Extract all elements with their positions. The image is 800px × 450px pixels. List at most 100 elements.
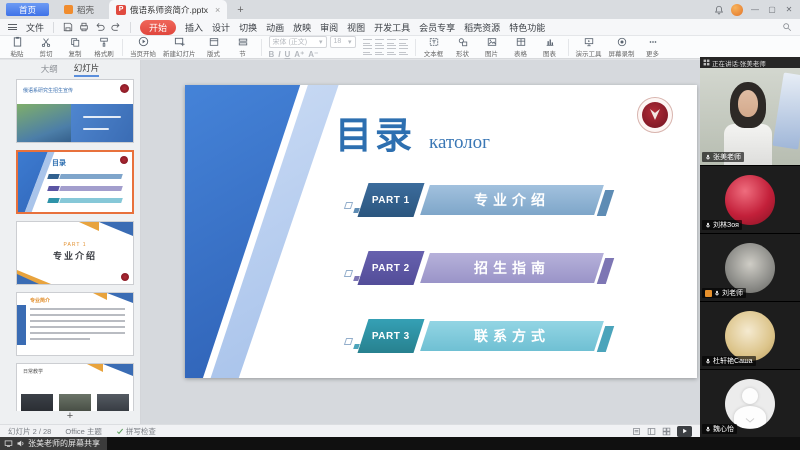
grid-view-icon[interactable] xyxy=(662,427,671,436)
menu-home[interactable]: 开始 xyxy=(140,20,176,35)
presentation-tools-button[interactable]: 演示工具 xyxy=(576,37,602,58)
store-icon xyxy=(64,5,73,14)
slide-thumbnail-5[interactable]: 5 日常教学 xyxy=(16,363,134,411)
mic-icon xyxy=(705,358,711,365)
slide-thumbnail-1[interactable]: 1 俄语系研究生招生宣传 xyxy=(16,79,134,143)
slide-title-block[interactable]: 目录 католог xyxy=(335,105,490,159)
menu-features[interactable]: 特色功能 xyxy=(509,21,545,34)
paste-icon xyxy=(12,36,23,47)
screen-record-button[interactable]: 屏幕录制 xyxy=(609,37,635,58)
paragraph-align-group[interactable] xyxy=(363,39,408,55)
menu-transition[interactable]: 切换 xyxy=(239,21,257,34)
document-tab[interactable]: P 俄语系师资简介.pptx × xyxy=(109,0,227,19)
notes-icon[interactable] xyxy=(632,427,641,436)
menu-membership[interactable]: 会员专享 xyxy=(419,21,455,34)
more-tools-button[interactable]: 更多 xyxy=(642,37,664,58)
format-painter-button[interactable]: 格式刷 xyxy=(93,37,115,58)
mic-icon xyxy=(705,154,711,161)
save-icon[interactable] xyxy=(63,22,73,32)
thumb3-part: PART 1 xyxy=(17,242,133,248)
store-tab[interactable]: 稻壳 xyxy=(57,0,101,19)
minimize-button[interactable]: — xyxy=(750,5,760,14)
menu-devtools[interactable]: 开发工具 xyxy=(374,21,410,34)
menu-file[interactable]: 文件 xyxy=(26,21,44,34)
participant-name-chip: 张美老师 xyxy=(702,152,744,162)
font-size-select[interactable]: 18▾ xyxy=(330,36,356,48)
picture-icon xyxy=(487,37,497,47)
menu-animation[interactable]: 动画 xyxy=(266,21,284,34)
bold-button[interactable]: B xyxy=(269,50,275,59)
format-painter-icon xyxy=(99,37,109,47)
participant-tile[interactable]: 杜轩艳Саша xyxy=(700,301,800,369)
user-avatar[interactable] xyxy=(731,4,743,16)
school-logo-small xyxy=(120,84,129,93)
play-icon xyxy=(682,428,688,434)
chart-button[interactable]: 图表 xyxy=(539,37,561,58)
font-family-select[interactable]: 宋体 (正文)▾ xyxy=(269,36,327,48)
ppt-file-icon: P xyxy=(116,5,126,15)
menu-review[interactable]: 审阅 xyxy=(320,21,338,34)
redo-icon[interactable] xyxy=(111,22,121,32)
editing-canvas[interactable]: 目录 католог PART 1 专业介绍 PART 2 招生指南 PART … xyxy=(141,60,700,424)
picture-button[interactable]: 图片 xyxy=(481,37,503,58)
menu-slideshow[interactable]: 放映 xyxy=(293,21,311,34)
font-shrink-button[interactable]: A⁻ xyxy=(308,50,318,59)
participant-tile[interactable]: 刘林Зоя xyxy=(700,165,800,233)
slide-thumbnail-4[interactable]: 4 专业简介 xyxy=(16,292,134,356)
toc-part-2[interactable]: PART 2 招生指南 xyxy=(345,251,613,285)
participant-name-chip: 杜轩艳Саша xyxy=(702,356,756,366)
underline-button[interactable]: U xyxy=(285,50,291,59)
copy-button[interactable]: 复制 xyxy=(64,37,86,58)
layout-button[interactable]: 版式 xyxy=(203,37,225,58)
print-icon[interactable] xyxy=(79,22,89,32)
layout-grid-icon[interactable] xyxy=(703,59,710,66)
toc-part-1[interactable]: PART 1 专业介绍 xyxy=(345,183,613,217)
shapes-button[interactable]: 形状 xyxy=(452,37,474,58)
menu-insert[interactable]: 插入 xyxy=(185,21,203,34)
table-button[interactable]: 表格 xyxy=(510,37,532,58)
textbox-button[interactable]: 文本框 xyxy=(423,37,445,58)
participant-tile[interactable]: 刘老师 xyxy=(700,233,800,301)
menu-design[interactable]: 设计 xyxy=(212,21,230,34)
spell-check-status[interactable]: 拼写检查 xyxy=(116,426,156,437)
theme-name: Office 主题 xyxy=(65,426,102,437)
close-tab-icon[interactable]: × xyxy=(215,5,220,15)
thumb2-title: 目录 xyxy=(52,158,66,168)
home-tab[interactable]: 首页 xyxy=(6,3,49,16)
thumb3-title: 专业介绍 xyxy=(17,249,133,262)
add-slide-button[interactable]: + xyxy=(0,411,140,424)
tab-outline[interactable]: 大纲 xyxy=(41,63,58,75)
slideshow-play-button[interactable] xyxy=(677,426,692,437)
search-icon[interactable] xyxy=(782,22,792,32)
ribbon-toolbar: 粘贴 剪切 复制 格式刷 当页开始 新建幻灯片 版式 节 xyxy=(0,36,800,59)
maximize-button[interactable]: ▢ xyxy=(767,5,777,14)
current-slide[interactable]: 目录 католог PART 1 专业介绍 PART 2 招生指南 PART … xyxy=(185,85,697,378)
participant-video-tile[interactable]: 张美老师 xyxy=(700,68,800,165)
chevron-down-icon xyxy=(745,418,755,423)
slide-thumbnail-3[interactable]: 3 PART 1 专业介绍 xyxy=(16,221,134,285)
menu-view[interactable]: 视图 xyxy=(347,21,365,34)
hamburger-icon[interactable] xyxy=(8,23,17,32)
collapse-participants-button[interactable] xyxy=(741,416,759,424)
close-button[interactable]: ✕ xyxy=(784,5,794,14)
section-button[interactable]: 节 xyxy=(232,37,254,58)
slide-thumbnail-2[interactable]: 2 目录 xyxy=(16,150,134,214)
participant-name-chip: 刘老师 xyxy=(702,288,746,298)
font-grow-button[interactable]: A⁺ xyxy=(294,50,304,59)
new-slide-button[interactable]: 新建幻灯片 xyxy=(163,36,196,58)
screen-share-chip[interactable]: 张美老师的屏幕共享 xyxy=(0,437,107,450)
paste-button[interactable]: 粘贴 xyxy=(6,36,28,58)
normal-view-icon[interactable] xyxy=(647,427,656,436)
menu-resources[interactable]: 稻壳资源 xyxy=(464,21,500,34)
tab-slides[interactable]: 幻灯片 xyxy=(74,62,100,77)
cut-button[interactable]: 剪切 xyxy=(35,37,57,58)
participant-tile[interactable]: 魏心怡 xyxy=(700,369,800,437)
wps-presentation-window: 首页 稻壳 P 俄语系师资简介.pptx × + — ▢ ✕ 文件 xyxy=(0,0,800,450)
new-tab-button[interactable]: + xyxy=(237,4,243,16)
undo-icon[interactable] xyxy=(95,22,105,32)
italic-button[interactable]: I xyxy=(278,50,280,59)
bell-icon[interactable] xyxy=(714,5,724,15)
school-logo-small xyxy=(121,273,129,281)
toc-part-3[interactable]: PART 3 联系方式 xyxy=(345,319,613,353)
play-from-current-button[interactable]: 当页开始 xyxy=(130,36,156,58)
